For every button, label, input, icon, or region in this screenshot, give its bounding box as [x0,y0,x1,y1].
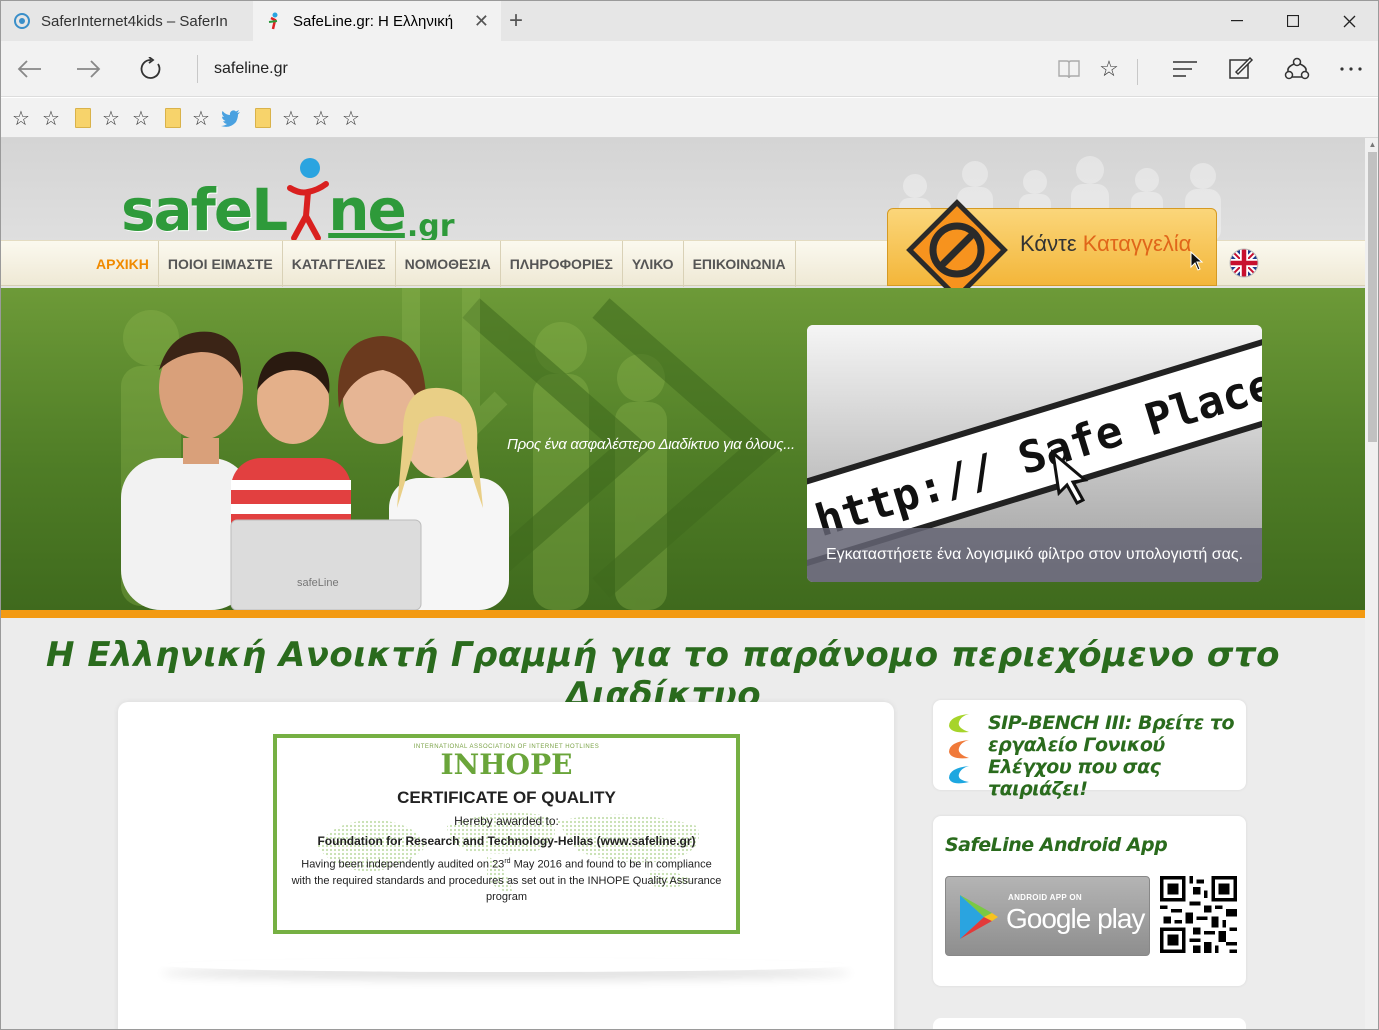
navigation-bar: safeline.gr ☆ [1,41,1378,97]
google-play-triangle-icon [960,895,998,939]
certificate-recipient: Foundation for Research and Technology-H… [317,834,696,848]
favorite-folder-icon[interactable] [161,106,185,130]
tab-close-icon[interactable]: ✕ [474,11,489,32]
safe-place-promo[interactable]: http:// Safe Place... Εγκαταστήσετε ένα … [807,325,1262,582]
back-arrow-icon[interactable] [13,53,45,85]
sidebar-card-partial [933,1018,1246,1029]
hero-banner: safeLine Προς ένα ασφαλέστερο Διαδίκτυο … [1,288,1365,610]
favorite-star-icon[interactable]: ☆ [39,106,63,130]
report-text-part1: Κάντε [1020,231,1083,256]
logo-text-l: L [251,176,288,244]
favorite-star-icon[interactable]: ☆ [99,106,123,130]
forward-arrow-icon[interactable] [73,53,105,85]
saferinternet-favicon-icon [13,12,31,30]
favorite-star-icon[interactable]: ☆ [309,106,333,130]
logo-figure-icon [284,158,330,244]
android-app-title: SafeLine Android App [945,834,1168,856]
more-icon[interactable] [1335,53,1367,85]
google-play-small-text: ANDROID APP ON [1008,893,1082,902]
certificate-brand: INHOPE [440,748,573,781]
share-icon[interactable] [1281,53,1313,85]
sip-bench-text: SIP-BENCH III: Βρείτε το εργαλείο Γονικο… [988,712,1235,800]
menu-item-home[interactable]: ΑΡΧΙΚΗ [87,241,159,287]
favorite-star-icon[interactable]: ☆ [9,106,33,130]
certificate-title: CERTIFICATE OF QUALITY [397,788,616,807]
maximize-button[interactable] [1265,1,1321,41]
favorite-star-icon[interactable]: ☆ [279,106,303,130]
toolbar-divider [1137,59,1138,85]
favorite-star-icon[interactable]: ☆ [189,106,213,130]
minimize-button[interactable] [1209,1,1265,41]
mouse-cursor-icon [1190,251,1204,271]
tab-safeline[interactable]: SafeLine.gr: Η Ελληνική ✕ [253,1,501,41]
address-input[interactable]: safeline.gr [197,55,1037,83]
banner-orange-bar [1,610,1365,618]
menu-item-legislation[interactable]: ΝΟΜΟΘΕΣΙΑ [396,241,501,287]
browser-window: SaferInternet4kids – SaferIn SafeLine.gr… [0,0,1379,1030]
logo-text-gr: .gr [406,209,455,244]
favorite-star-icon[interactable]: ☆ [339,106,363,130]
site-header: safe L ne .gr ΑΡΧΙΚΗ ΠΟΙΟΙ ΕΙΜΑΣΤΕ ΚΑΤΑΓ… [1,138,1365,301]
sip-bench-logo-icon [949,714,969,784]
favorite-folder-icon[interactable] [71,106,95,130]
close-window-button[interactable] [1321,1,1377,41]
certificate-description: Having been independently audited on 23r… [277,854,736,905]
menu-item-material[interactable]: ΥΛΙΚΟ [623,241,684,287]
sip-bench-card[interactable]: SIP-BENCH III: Βρείτε το εργαλείο Γονικο… [933,700,1246,800]
web-note-icon[interactable] [1225,53,1257,85]
main-menu: ΑΡΧΙΚΗ ΠΟΙΟΙ ΕΙΜΑΣΤΕ ΚΑΤΑΓΓΕΛΙΕΣ ΝΟΜΟΘΕΣ… [87,241,796,287]
menu-item-reports[interactable]: ΚΑΤΑΓΓΕΛΙΕΣ [283,241,396,287]
favorite-star-icon[interactable]: ☆ [1093,53,1125,85]
inhope-certificate[interactable]: INTERNATIONAL ASSOCIATION OF INTERNET HO… [273,734,740,934]
page-viewport: safe L ne .gr ΑΡΧΙΚΗ ΠΟΙΟΙ ΕΙΜΑΣΤΕ ΚΑΤΑΓ… [1,138,1365,1029]
refresh-icon[interactable] [135,53,167,85]
google-play-big-text: Google play [1006,903,1145,934]
report-text-part2: Καταγγελία [1082,231,1192,256]
certificate-shadow [161,958,851,972]
android-app-card: SafeLine Android App ANDROID APP ON Goog… [933,816,1246,986]
new-tab-button[interactable]: + [509,7,523,35]
scroll-up-icon[interactable]: ▲ [1365,138,1378,152]
tab-saferinternet4kids[interactable]: SaferInternet4kids – SaferIn [1,1,251,41]
safeline-favicon-icon [265,12,283,30]
certificate-line1: Hereby awarded to: [454,814,559,828]
english-flag-icon[interactable] [1229,248,1259,278]
family-photo: safeLine [121,331,509,610]
scrollbar-thumb[interactable] [1368,152,1377,442]
tab-strip: SaferInternet4kids – SaferIn SafeLine.gr… [1,1,1378,41]
laptop-logo-text: safeLine [297,577,339,589]
favorites-bar: ☆ ☆ ☆ ☆ ☆ ☆ ☆ ☆ [1,98,1378,138]
favorite-star-icon[interactable]: ☆ [129,106,153,130]
reading-view-icon[interactable] [1053,53,1085,85]
hub-icon[interactable] [1169,53,1201,85]
twitter-bird-icon[interactable] [219,106,243,130]
banner-tagline: Προς ένα ασφαλέστερο Διαδίκτυο για όλους… [507,436,795,453]
menu-item-contact[interactable]: ΕΠΙΚΟΙΝΩΝΙΑ [684,241,796,287]
logo-text-safe: safe [121,176,253,244]
logo-text-ne: ne [328,176,407,244]
certificate-desc-part1: Having been independently audited on 23 [301,858,505,871]
tab-title: SaferInternet4kids – SaferIn [41,12,228,30]
favorite-folder-icon[interactable] [251,106,275,130]
menu-item-information[interactable]: ΠΛΗΡΟΦΟΡΙΕΣ [501,241,623,287]
google-play-badge[interactable]: ANDROID APP ON Google play [945,876,1150,956]
vertical-scrollbar[interactable]: ▲ [1365,138,1378,1029]
safe-place-caption: Εγκαταστήσετε ένα λογισμικό φίλτρο στον … [807,528,1262,582]
report-button-label: Κάντε Καταγγελία [1020,231,1191,257]
safeline-logo[interactable]: safe L ne .gr [121,152,455,244]
tab-title: SafeLine.gr: Η Ελληνική [293,12,454,30]
menu-item-about[interactable]: ΠΟΙΟΙ ΕΙΜΑΣΤΕ [159,241,283,287]
qr-code-icon[interactable] [1160,876,1237,953]
